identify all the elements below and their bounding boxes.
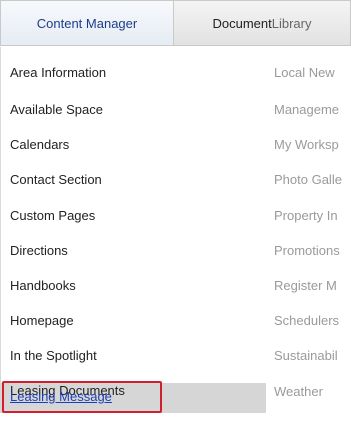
menu-item-directions[interactable]: Directions	[10, 243, 68, 258]
menu-item-promotions[interactable]: Promotions	[274, 243, 340, 258]
menu-item-in-the-spotlight[interactable]: In the Spotlight	[10, 348, 97, 363]
menu-item-register[interactable]: Register M	[274, 278, 337, 293]
menu-item-weather[interactable]: Weather	[274, 384, 323, 399]
tab-content-manager-label: Content Manager	[36, 15, 138, 31]
menu-item-available-space[interactable]: Available Space	[10, 102, 103, 117]
menu-item-leasing-message[interactable]: Leasing Message	[10, 389, 112, 404]
menu-item-custom-pages[interactable]: Custom Pages	[10, 208, 95, 223]
tab-bar: Content Manager Document Library	[0, 0, 351, 47]
tab-document-library[interactable]: Document Library	[174, 0, 351, 46]
right-column: Local New Manageme My Worksp Photo Galle…	[266, 47, 351, 431]
menu-item-photo-gallery[interactable]: Photo Galle	[274, 172, 342, 187]
menu-item-sustainability[interactable]: Sustainabil	[274, 348, 338, 363]
menu-item-my-workspace[interactable]: My Worksp	[274, 137, 339, 152]
menu-item-contact-section[interactable]: Contact Section	[10, 172, 102, 187]
bottom-blank-area	[0, 413, 351, 431]
menu-item-local-news[interactable]: Local New	[274, 65, 335, 80]
content-menu: Content Manager Document Library Local N…	[0, 0, 351, 431]
menu-item-calendars[interactable]: Calendars	[10, 137, 69, 152]
tab-document-library-label-part1: Document	[212, 15, 272, 31]
menu-item-property-info[interactable]: Property In	[274, 208, 338, 223]
menu-item-schedulers[interactable]: Schedulers	[274, 313, 339, 328]
left-column-fill	[174, 47, 266, 431]
tab-document-library-label-part2: Library	[271, 15, 312, 31]
tab-content-manager[interactable]: Content Manager	[0, 0, 174, 46]
menu-item-handbooks[interactable]: Handbooks	[10, 278, 76, 293]
menu-item-homepage[interactable]: Homepage	[10, 313, 74, 328]
menu-item-management[interactable]: Manageme	[274, 102, 339, 117]
menu-item-area-information[interactable]: Area Information	[10, 65, 106, 80]
